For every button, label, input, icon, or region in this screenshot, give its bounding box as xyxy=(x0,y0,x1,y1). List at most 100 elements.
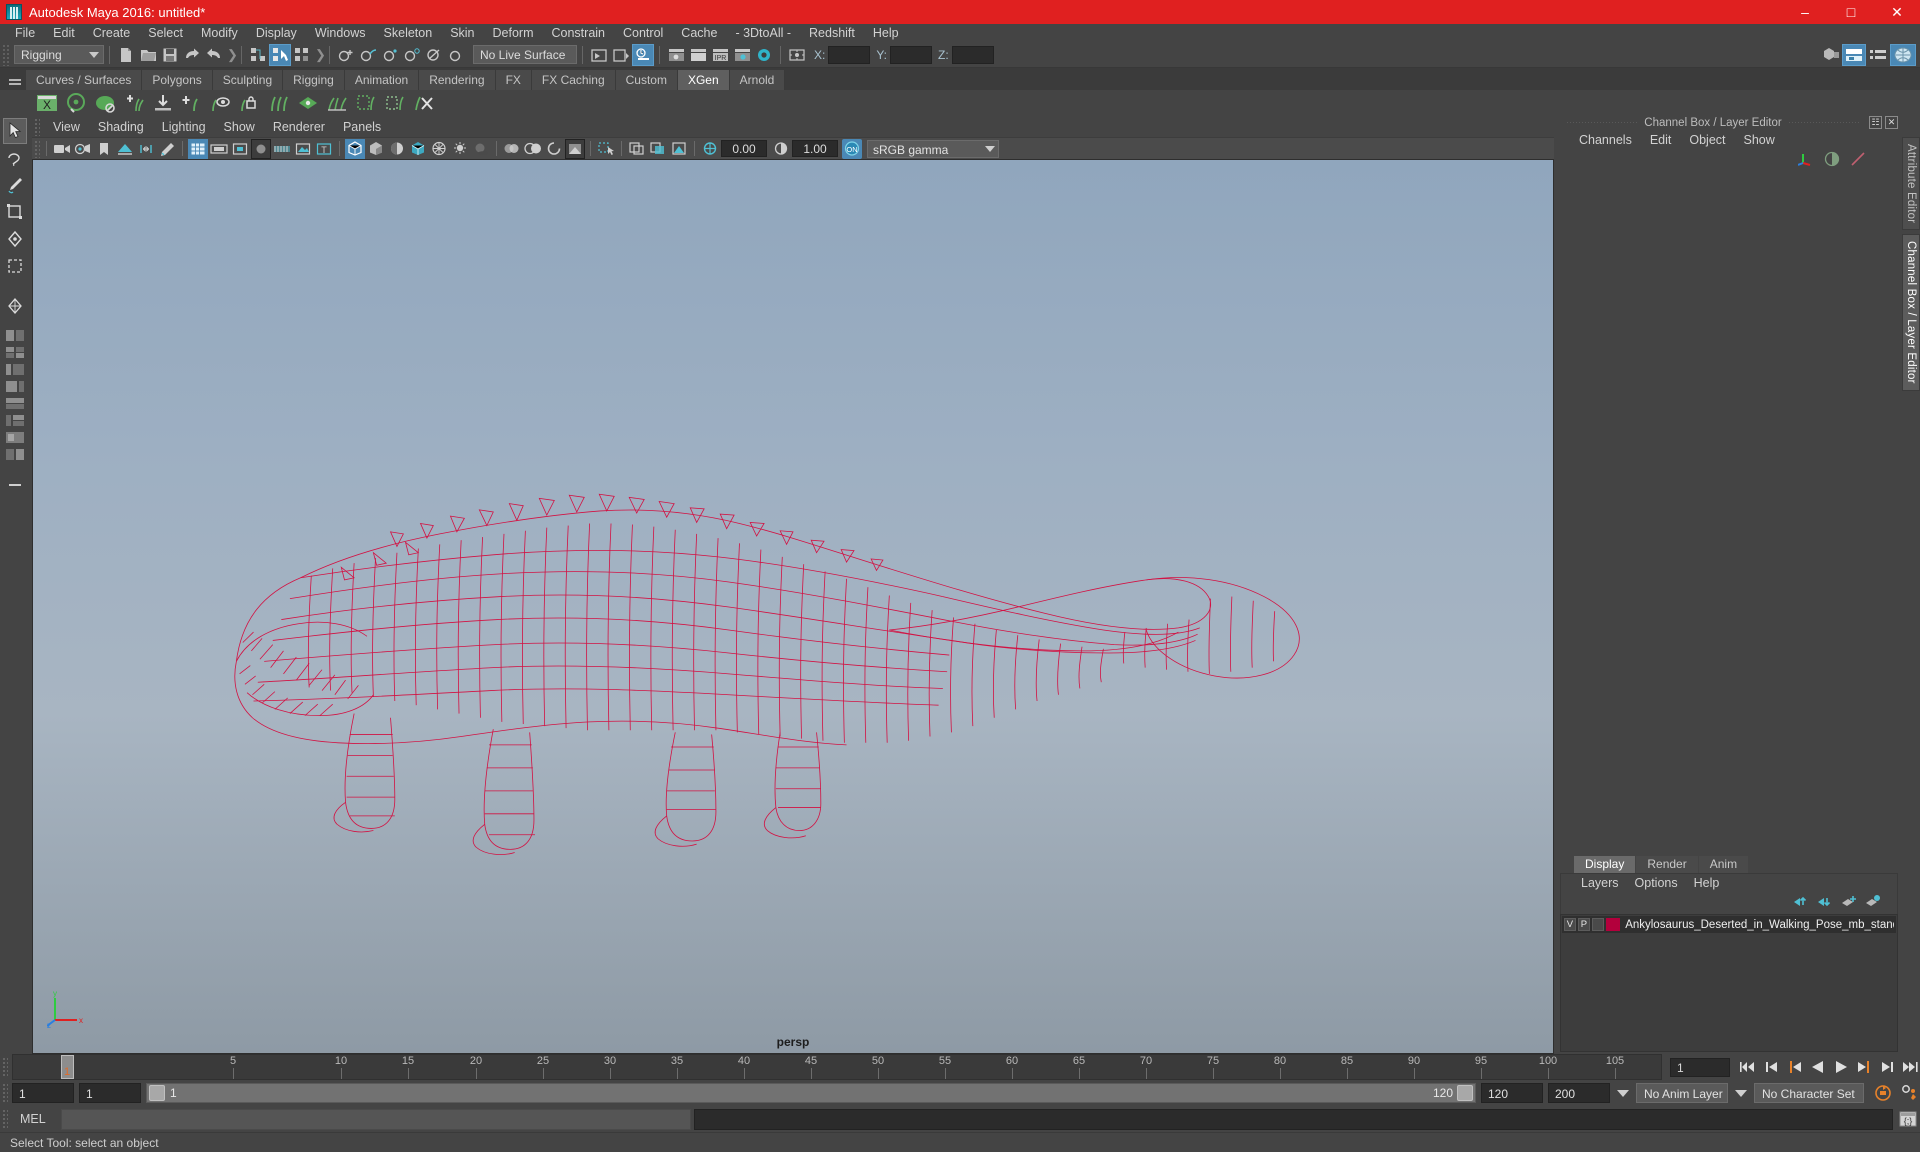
view-transform-icon[interactable] xyxy=(700,139,720,159)
single-pane-layout-button[interactable] xyxy=(3,327,27,343)
camera-attributes-icon[interactable] xyxy=(73,139,93,159)
menu-windows[interactable]: Windows xyxy=(306,24,375,42)
range-slider[interactable]: 1 120 xyxy=(146,1083,1476,1103)
new-scene-button[interactable] xyxy=(115,44,137,66)
xgen-guides-icon[interactable] xyxy=(266,91,292,115)
play-forwards-icon[interactable] xyxy=(1830,1057,1851,1077)
viewport-menu-renderer[interactable]: Renderer xyxy=(264,120,334,134)
xgen-region-icon[interactable] xyxy=(353,91,379,115)
hypergraph-layout-button[interactable] xyxy=(3,395,27,411)
lighting-icon[interactable] xyxy=(450,139,470,159)
ipr-render-button[interactable]: IPR xyxy=(709,44,731,66)
lasso-tool-button[interactable] xyxy=(3,145,27,171)
xgen-clump-icon[interactable] xyxy=(324,91,350,115)
select-component-button[interactable] xyxy=(291,44,313,66)
shadows-icon[interactable] xyxy=(471,139,491,159)
menu-file[interactable]: File xyxy=(6,24,44,42)
layers-menu[interactable]: Layers xyxy=(1573,876,1627,890)
save-scene-button[interactable] xyxy=(159,44,181,66)
command-line-grip[interactable] xyxy=(2,1109,8,1129)
render-sequence-button[interactable] xyxy=(610,44,632,66)
anim-layer-selector[interactable]: No Anim Layer xyxy=(1636,1083,1728,1103)
time-slider[interactable]: 1 5 10 15 20 25 30 35 40 45 50 55 60 65 … xyxy=(12,1054,1662,1080)
xray-icon[interactable] xyxy=(293,139,313,159)
viewport-menu-shading[interactable]: Shading xyxy=(89,120,153,134)
viewport-menu-show[interactable]: Show xyxy=(215,120,264,134)
viewport-menu-view[interactable]: View xyxy=(44,120,89,134)
shelf-tab-custom[interactable]: Custom xyxy=(615,70,678,90)
gamma-input[interactable]: 1.00 xyxy=(792,140,838,157)
render-settings-button[interactable] xyxy=(632,43,654,66)
open-scene-button[interactable] xyxy=(137,44,159,66)
render-settings-gear-button[interactable] xyxy=(731,44,753,66)
menu-deform[interactable]: Deform xyxy=(484,24,543,42)
xray-joints-icon[interactable] xyxy=(627,139,647,159)
play-backwards-icon[interactable] xyxy=(1807,1057,1828,1077)
shelf-tab-polygons[interactable]: Polygons xyxy=(142,70,213,90)
snap-point-button[interactable] xyxy=(379,44,401,66)
text-overlay-icon[interactable]: T xyxy=(314,139,334,159)
toolbar-grip[interactable] xyxy=(2,43,11,66)
transform-axes-icon[interactable] xyxy=(1797,151,1814,170)
viewport-toolbar-grip[interactable] xyxy=(34,140,40,158)
select-hierarchy-button[interactable] xyxy=(247,44,269,66)
options-menu[interactable]: Options xyxy=(1627,876,1686,890)
character-set-options-icon[interactable] xyxy=(1735,1089,1747,1097)
gamma-icon[interactable] xyxy=(771,139,791,159)
show-hide-modeling-toolkit-button[interactable] xyxy=(1820,44,1842,66)
range-start-field[interactable]: 1 xyxy=(79,1083,141,1103)
command-input[interactable] xyxy=(61,1108,691,1130)
select-tool-button[interactable] xyxy=(3,118,27,144)
collapse-layout-button[interactable] xyxy=(3,472,27,498)
layer-tab-display[interactable]: Display xyxy=(1574,856,1636,873)
exposure-input[interactable]: 0.00 xyxy=(721,140,767,157)
camera-icon[interactable] xyxy=(52,139,72,159)
undock-panel-button[interactable]: ☷ xyxy=(1869,116,1883,129)
viewport-menu-lighting[interactable]: Lighting xyxy=(153,120,215,134)
go-to-end-icon[interactable] xyxy=(1899,1057,1920,1077)
redo-button[interactable] xyxy=(203,44,225,66)
layer-list[interactable]: V P Ankylosaurus_Deserted_in_Walking_Pos… xyxy=(1560,914,1898,1052)
screen-space-ao-icon[interactable] xyxy=(565,138,585,159)
script-editor-icon[interactable]: {;} xyxy=(1896,1108,1920,1130)
xgen-density-icon[interactable] xyxy=(295,91,321,115)
current-frame-field[interactable]: 1 xyxy=(1670,1057,1730,1077)
show-hide-channel-box-button[interactable] xyxy=(1866,44,1890,66)
bookmark-icon[interactable] xyxy=(94,139,114,159)
help-menu[interactable]: Help xyxy=(1686,876,1728,890)
new-layer-icon[interactable] xyxy=(1841,895,1857,911)
minimize-button[interactable]: – xyxy=(1782,0,1828,24)
vertical-tab-channel-box[interactable]: Channel Box / Layer Editor xyxy=(1902,234,1920,391)
deformation-icon[interactable] xyxy=(1850,151,1866,170)
four-pane-layout-button[interactable] xyxy=(3,378,27,394)
menu-3dtoall[interactable]: - 3DtoAll - xyxy=(726,24,800,42)
menu-control[interactable]: Control xyxy=(614,24,672,42)
shelf-tab-rendering[interactable]: Rendering xyxy=(419,70,496,90)
xgen-lock-guide-icon[interactable] xyxy=(237,91,263,115)
panel-drag-handle-right[interactable] xyxy=(1787,122,1861,123)
film-gate-icon[interactable] xyxy=(209,139,229,159)
color-profile-selector[interactable]: sRGB gamma xyxy=(867,139,999,158)
range-right-handle[interactable] xyxy=(1457,1085,1473,1101)
move-layer-up-icon[interactable] xyxy=(1793,895,1809,911)
select-object-button[interactable] xyxy=(269,43,291,66)
ipr-eye-button[interactable] xyxy=(665,44,687,66)
layer-playback-toggle[interactable]: P xyxy=(1577,918,1590,931)
close-panel-button[interactable]: ✕ xyxy=(1885,116,1899,129)
persp-outliner-layout-button[interactable] xyxy=(3,429,27,445)
rotate-tool-button[interactable] xyxy=(3,226,27,252)
range-left-handle[interactable] xyxy=(149,1085,165,1101)
grid-toggle-icon[interactable] xyxy=(188,138,208,159)
maximize-button[interactable]: □ xyxy=(1828,0,1874,24)
two-pane-layout-button[interactable] xyxy=(3,344,27,360)
layer-tab-anim[interactable]: Anim xyxy=(1698,856,1749,873)
show-hide-tool-settings-button[interactable] xyxy=(1890,43,1916,66)
motion-blur-icon[interactable] xyxy=(544,139,564,159)
use-default-material-icon[interactable] xyxy=(429,139,449,159)
step-back-frame-icon[interactable] xyxy=(1784,1057,1805,1077)
render-view-button[interactable] xyxy=(588,44,610,66)
show-menu[interactable]: Show xyxy=(1735,133,1784,147)
menu-skin[interactable]: Skin xyxy=(441,24,483,42)
xgen-editor-icon[interactable]: X xyxy=(34,91,60,115)
last-tool-button[interactable] xyxy=(3,293,27,319)
